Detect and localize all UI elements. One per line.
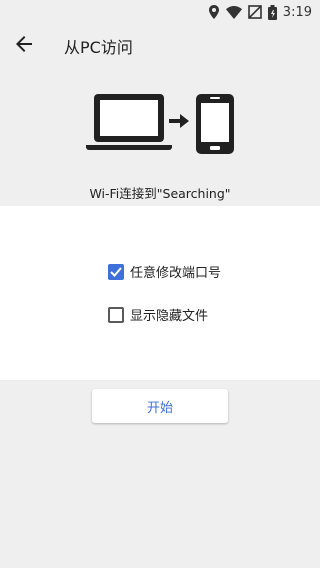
page-title: 从PC访问 (64, 38, 133, 57)
battery-icon (267, 4, 277, 20)
start-button[interactable]: 开始 (92, 389, 228, 423)
laptop-icon (86, 94, 172, 150)
location-icon (208, 5, 220, 19)
toolbar: 从PC访问 (0, 24, 320, 68)
phone-icon (196, 94, 234, 154)
pc-to-phone-illustration (0, 92, 320, 156)
connection-status-text: Wi-Fi连接到"Searching" (89, 186, 231, 201)
arrow-left-icon (16, 36, 32, 56)
back-button[interactable] (0, 24, 48, 68)
wifi-icon (225, 5, 242, 19)
arrow-right-icon (169, 114, 189, 128)
options-panel: 任意修改端口号 显示隐藏文件 (0, 206, 320, 380)
no-sim-icon (247, 5, 262, 19)
status-bar: 3:19 (0, 0, 320, 24)
checkbox-checked[interactable] (108, 263, 124, 280)
option-label: 任意修改端口号 (130, 266, 222, 281)
option-change-port[interactable]: 任意修改端口号 (108, 262, 221, 281)
option-show-hidden-files[interactable]: 显示隐藏文件 (108, 305, 208, 324)
option-label: 显示隐藏文件 (130, 309, 209, 324)
checkbox-unchecked[interactable] (108, 306, 124, 323)
status-time: 3:19 (282, 4, 312, 20)
